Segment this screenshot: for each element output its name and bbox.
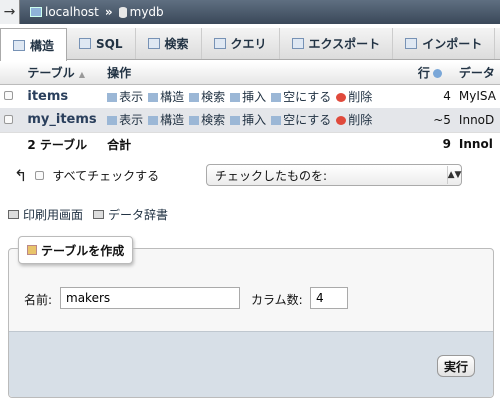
with-selected-select[interactable]: チェックしたものを: ▲▼ <box>206 164 462 186</box>
insert-link[interactable]: 挿入 <box>230 113 266 127</box>
drop-link[interactable]: 削除 <box>336 90 372 104</box>
tab-structure[interactable]: 構造 <box>0 28 68 61</box>
browse-link[interactable]: 表示 <box>107 113 143 127</box>
structure-link[interactable]: 構造 <box>148 113 184 127</box>
search-link[interactable]: 検索 <box>189 90 225 104</box>
footer-type: Innol <box>454 131 500 156</box>
tab-bar: 構造 SQL 検索 クエリ エクスポート インポート <box>0 28 500 61</box>
tab-label: 構造 <box>30 38 55 53</box>
legend-label: テーブルを作成 <box>41 243 125 258</box>
total-rows: 9 <box>413 131 455 156</box>
row-checkbox[interactable] <box>4 114 13 124</box>
create-table-legend: テーブルを作成 <box>18 236 134 264</box>
tab-label: インポート <box>422 37 483 51</box>
insert-icon <box>230 92 241 102</box>
utility-links: 印刷用画面 データ辞書 <box>8 206 168 223</box>
tab-label: エクスポート <box>308 37 381 51</box>
empty-link[interactable]: 空にする <box>271 113 331 127</box>
row-count: ~5 <box>413 108 455 132</box>
query-icon <box>213 38 226 49</box>
sort-icon <box>432 69 442 79</box>
breadcrumb: localhost » mydb <box>30 5 164 19</box>
server-icon <box>30 7 42 17</box>
print-view-link[interactable]: 印刷用画面 <box>23 206 83 223</box>
insert-link[interactable]: 挿入 <box>230 90 266 104</box>
table-name-input[interactable] <box>60 287 240 309</box>
header-spacer <box>0 62 24 85</box>
structure-icon <box>148 116 159 126</box>
tables-list: テーブル ▲ 操作 行 データ items 表示 構造 検索 挿入 空にする 削除 4 M… <box>0 62 500 156</box>
header-type[interactable]: データ <box>454 62 500 85</box>
row-checkbox[interactable] <box>4 91 13 101</box>
search-icon <box>189 116 200 126</box>
table-footer-row: 2 テーブル 合計 9 Innol <box>0 131 500 156</box>
with-selected-value: チェックしたものを: <box>215 168 328 183</box>
go-button[interactable]: 実行 <box>437 355 475 377</box>
sql-icon <box>79 38 92 49</box>
breadcrumb-separator: » <box>104 5 113 19</box>
total-label: 合計 <box>103 131 414 156</box>
arrow-up-icon: ↰ <box>14 166 28 185</box>
header-actions: 操作 <box>103 62 414 85</box>
data-dictionary-link[interactable]: データ辞書 <box>108 206 168 223</box>
drop-icon <box>336 116 347 126</box>
tab-search[interactable]: 検索 <box>136 28 202 59</box>
table-summary: 2 テーブル <box>23 131 104 156</box>
check-all-checkbox[interactable] <box>35 171 45 180</box>
empty-icon <box>271 92 282 102</box>
tab-export[interactable]: エクスポート <box>280 28 394 59</box>
empty-link[interactable]: 空にする <box>271 90 331 104</box>
database-icon <box>118 6 127 18</box>
table-type: MyISA <box>454 84 500 108</box>
browse-icon <box>107 116 118 126</box>
breadcrumb-bar: → localhost » mydb <box>0 0 500 24</box>
create-table-fieldset <box>8 248 494 398</box>
empty-icon <box>271 116 282 126</box>
insert-icon <box>230 116 241 126</box>
structure-icon <box>148 92 159 102</box>
table-header-row: テーブル ▲ 操作 行 データ <box>0 62 500 85</box>
table-type: InnoD <box>454 108 500 132</box>
sort-asc-icon: ▲ <box>78 70 85 80</box>
search-link[interactable]: 検索 <box>189 113 225 127</box>
tab-label: 検索 <box>164 37 189 51</box>
columns-label: カラム数: <box>251 293 303 307</box>
drop-icon <box>336 92 347 102</box>
tab-label: クエリ <box>230 37 267 51</box>
export-icon <box>291 38 304 49</box>
tab-import[interactable]: インポート <box>393 28 496 59</box>
header-table[interactable]: テーブル ▲ <box>23 62 104 85</box>
search-icon <box>189 92 200 102</box>
structure-icon <box>13 39 25 51</box>
row-count: 4 <box>413 84 455 108</box>
drop-link[interactable]: 削除 <box>336 113 372 127</box>
select-caret-icon: ▲▼ <box>447 166 461 184</box>
browse-icon <box>107 92 118 102</box>
check-all-row: ↰ すべてチェックする <box>14 166 159 185</box>
dictionary-icon <box>93 210 105 219</box>
import-icon <box>405 38 418 49</box>
row-actions: 表示 構造 検索 挿入 空にする 削除 <box>103 108 414 132</box>
table-name-link[interactable]: items <box>23 84 104 108</box>
table-row: items 表示 構造 検索 挿入 空にする 削除 4 MyISA <box>0 84 500 108</box>
search-icon <box>147 38 160 49</box>
name-label: 名前: <box>24 293 53 307</box>
tab-sql[interactable]: SQL <box>67 28 136 59</box>
tab-label: SQL <box>96 36 123 51</box>
table-row: my_items 表示 構造 検索 挿入 空にする 削除 ~5 InnoD <box>0 108 500 132</box>
fieldset-footer <box>9 331 493 397</box>
row-actions: 表示 構造 検索 挿入 空にする 削除 <box>103 84 414 108</box>
browse-link[interactable]: 表示 <box>107 90 143 104</box>
header-rows[interactable]: 行 <box>413 62 455 85</box>
new-table-icon <box>27 245 37 255</box>
check-all-label[interactable]: すべてチェックする <box>52 167 159 184</box>
columns-input[interactable] <box>310 287 348 309</box>
print-icon <box>8 210 19 219</box>
table-name-link[interactable]: my_items <box>23 108 104 132</box>
breadcrumb-database[interactable]: mydb <box>130 5 164 19</box>
back-arrow-icon[interactable]: → <box>0 0 20 24</box>
tab-query[interactable]: クエリ <box>202 28 280 59</box>
breadcrumb-server[interactable]: localhost <box>45 5 99 19</box>
structure-link[interactable]: 構造 <box>148 90 184 104</box>
